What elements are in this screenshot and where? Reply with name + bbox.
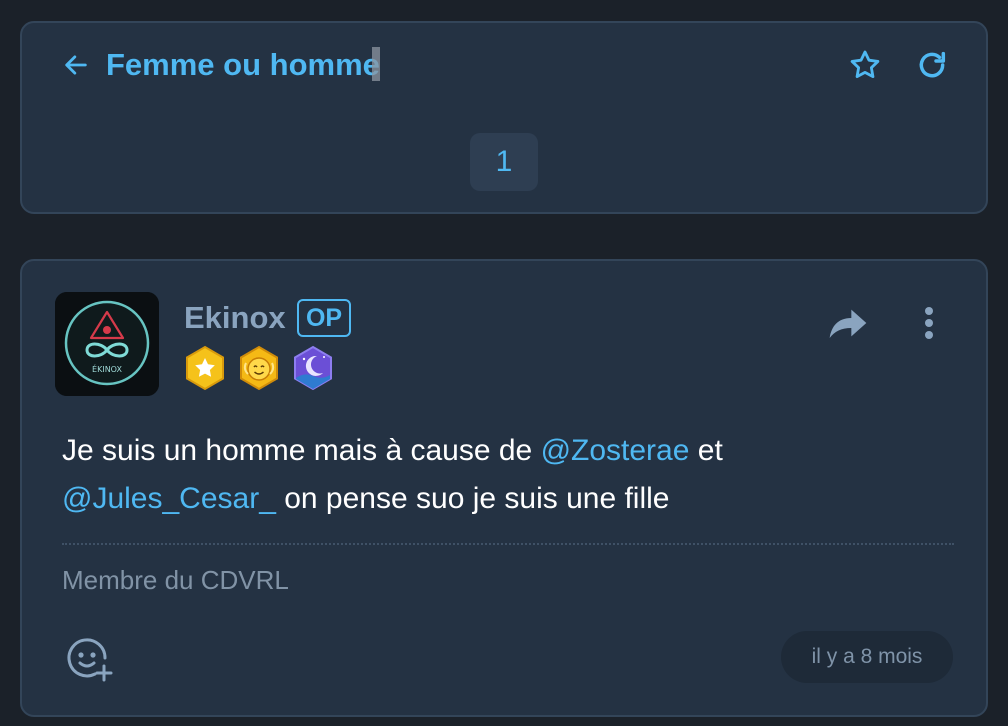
refresh-icon [919,51,946,78]
page-1-button[interactable]: 1 [470,133,538,191]
topic-header-card: Femme ou homme 1 [20,21,988,214]
topic-title: Femme ou homme [106,45,380,85]
post-body: Je suis un homme mais à cause de @Zoster… [62,427,942,523]
post-card: ÉKINOX Ekinox OP Je suis un homme mais à… [20,259,988,717]
favorite-button[interactable] [848,48,882,82]
avatar-text: ÉKINOX [92,363,122,374]
avatar-logo: ÉKINOX [55,292,159,396]
topic-title-text: Femme ou homme [106,47,380,82]
moon-night-badge-icon [294,345,332,391]
mention-jules-cesar[interactable]: @Jules_Cesar_ [62,482,276,515]
post-text-part: et [689,434,723,467]
star-outline-icon [850,50,880,79]
refresh-button[interactable] [915,48,949,82]
gold-star-badge-icon [186,345,224,391]
author-name[interactable]: Ekinox [184,299,286,337]
add-emoji-icon [67,638,113,682]
back-button[interactable] [60,49,92,81]
op-badge: OP [297,299,351,337]
share-arrow-icon [829,309,867,338]
more-options-button[interactable] [915,301,943,345]
post-timestamp: il y a 8 mois [781,631,953,683]
avatar[interactable]: ÉKINOX [55,292,159,396]
post-text-part: on pense suo je suis une fille [275,482,670,515]
signature: Membre du CDVRL [62,565,289,595]
add-reaction-button[interactable] [64,635,114,683]
text-caret [371,47,380,81]
share-button[interactable] [826,305,870,341]
mention-zosterae[interactable]: @Zosterae [541,434,690,467]
post-text-part: Je suis un homme mais à cause de [62,434,541,467]
more-vertical-icon [925,307,933,339]
arrow-left-icon [65,55,87,75]
signature-divider [62,543,954,545]
emoji-face-badge-icon [240,345,278,391]
